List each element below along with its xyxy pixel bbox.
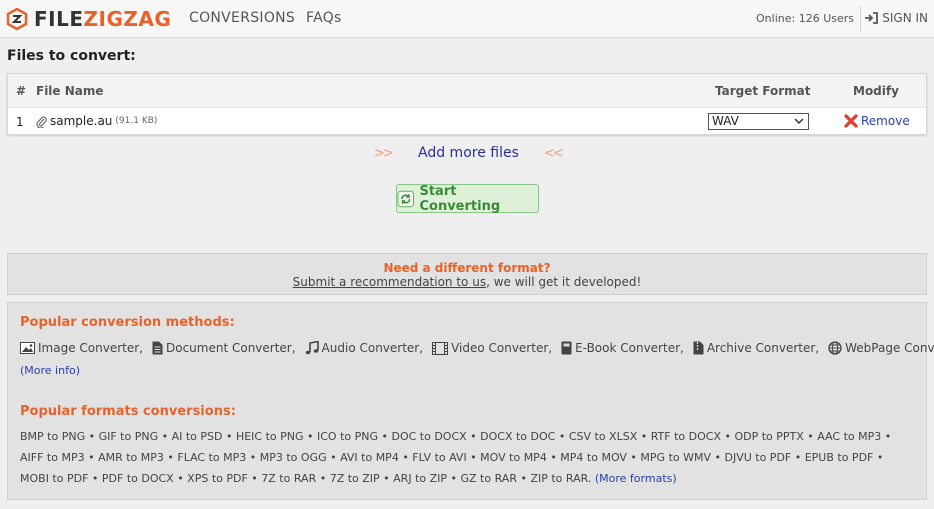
submit-recommendation-link[interactable]: Submit a recommendation to us	[293, 275, 486, 289]
method-document-converter[interactable]: Document Converter,	[152, 341, 296, 355]
methods-list: Image Converter, Document Converter, Aud…	[20, 341, 934, 355]
sign-in-icon	[865, 12, 879, 24]
refresh-icon	[397, 190, 414, 207]
different-format-title: Need a different format?	[383, 261, 551, 275]
formats-line-2[interactable]: AIFF to MP3 • AMR to MP3 • FLAC to MP3 •…	[20, 451, 883, 464]
archive-icon	[693, 341, 704, 355]
file-size: (91.1 KB)	[115, 116, 158, 126]
remove-button[interactable]: Remove	[844, 114, 910, 128]
online-users: Online: 126 Users	[756, 12, 854, 25]
sign-in-label: SIGN IN	[882, 11, 928, 25]
logo-text-zigzag: ZIGZAG	[83, 7, 172, 31]
method-ebook-converter[interactable]: E-Book Converter,	[561, 341, 684, 355]
film-icon	[432, 341, 449, 355]
files-to-convert-title: Files to convert:	[7, 48, 136, 64]
file-name: sample.au	[50, 114, 113, 128]
table-header: # File Name Target Format Modify	[8, 74, 926, 108]
music-icon	[305, 341, 319, 355]
document-icon	[152, 341, 163, 355]
different-format-text: , we will get it developed!	[486, 275, 642, 289]
col-target-format: Target Format	[715, 84, 811, 98]
popular-box: Popular conversion methods: Image Conver…	[7, 302, 934, 500]
different-format-box: Need a different format? Submit a recomm…	[7, 253, 927, 295]
more-formats-link[interactable]: (More formats)	[595, 472, 677, 485]
chevron-left-icon: <<	[544, 146, 564, 161]
header: FILEZIGZAG CONVERSIONS FAQs Online: 126 …	[0, 0, 934, 38]
row-number: 1	[16, 115, 24, 129]
formats-line-1[interactable]: BMP to PNG • GIF to PNG • AI to PSD • HE…	[20, 430, 891, 443]
chevron-down-icon	[794, 118, 804, 125]
col-file-name: File Name	[36, 84, 104, 98]
start-converting-label: Start Converting	[419, 183, 501, 214]
col-number: #	[16, 84, 27, 98]
method-video-converter[interactable]: Video Converter,	[432, 341, 552, 355]
more-info-link[interactable]: (More info)	[20, 364, 80, 377]
method-audio-converter[interactable]: Audio Converter,	[305, 341, 423, 355]
globe-icon	[828, 341, 842, 355]
popular-methods-title: Popular conversion methods:	[20, 315, 235, 330]
chevron-right-icon: >>	[374, 146, 394, 161]
start-converting-button[interactable]: Start Converting	[396, 183, 539, 214]
popular-formats-title: Popular formats conversions:	[20, 404, 236, 419]
target-format-value: WAV	[712, 114, 739, 128]
paperclip-icon	[36, 115, 47, 128]
remove-label: Remove	[861, 114, 910, 128]
logo-text-file: FILE	[34, 7, 84, 31]
method-archive-converter[interactable]: Archive Converter,	[693, 341, 819, 355]
target-format-select[interactable]: WAV	[708, 113, 809, 130]
add-more-files-link[interactable]: Add more files	[418, 145, 519, 161]
book-icon	[561, 341, 572, 355]
col-modify: Modify	[853, 84, 899, 98]
files-table: # File Name Target Format Modify 1 sampl…	[7, 73, 927, 135]
sign-in-link[interactable]: SIGN IN	[864, 11, 928, 25]
logo-icon	[6, 8, 28, 30]
header-divider	[860, 6, 861, 32]
logo[interactable]: FILEZIGZAG	[6, 6, 171, 32]
nav-conversions[interactable]: CONVERSIONS	[189, 10, 295, 26]
method-image-converter[interactable]: Image Converter,	[20, 341, 143, 355]
image-icon	[20, 342, 35, 354]
nav-faqs[interactable]: FAQs	[306, 10, 342, 26]
method-webpage-converter[interactable]: WebPage Converter.	[828, 341, 934, 355]
formats-line-3[interactable]: MOBI to PDF • PDF to DOCX • XPS to PDF •…	[20, 472, 591, 485]
close-icon	[844, 114, 858, 128]
